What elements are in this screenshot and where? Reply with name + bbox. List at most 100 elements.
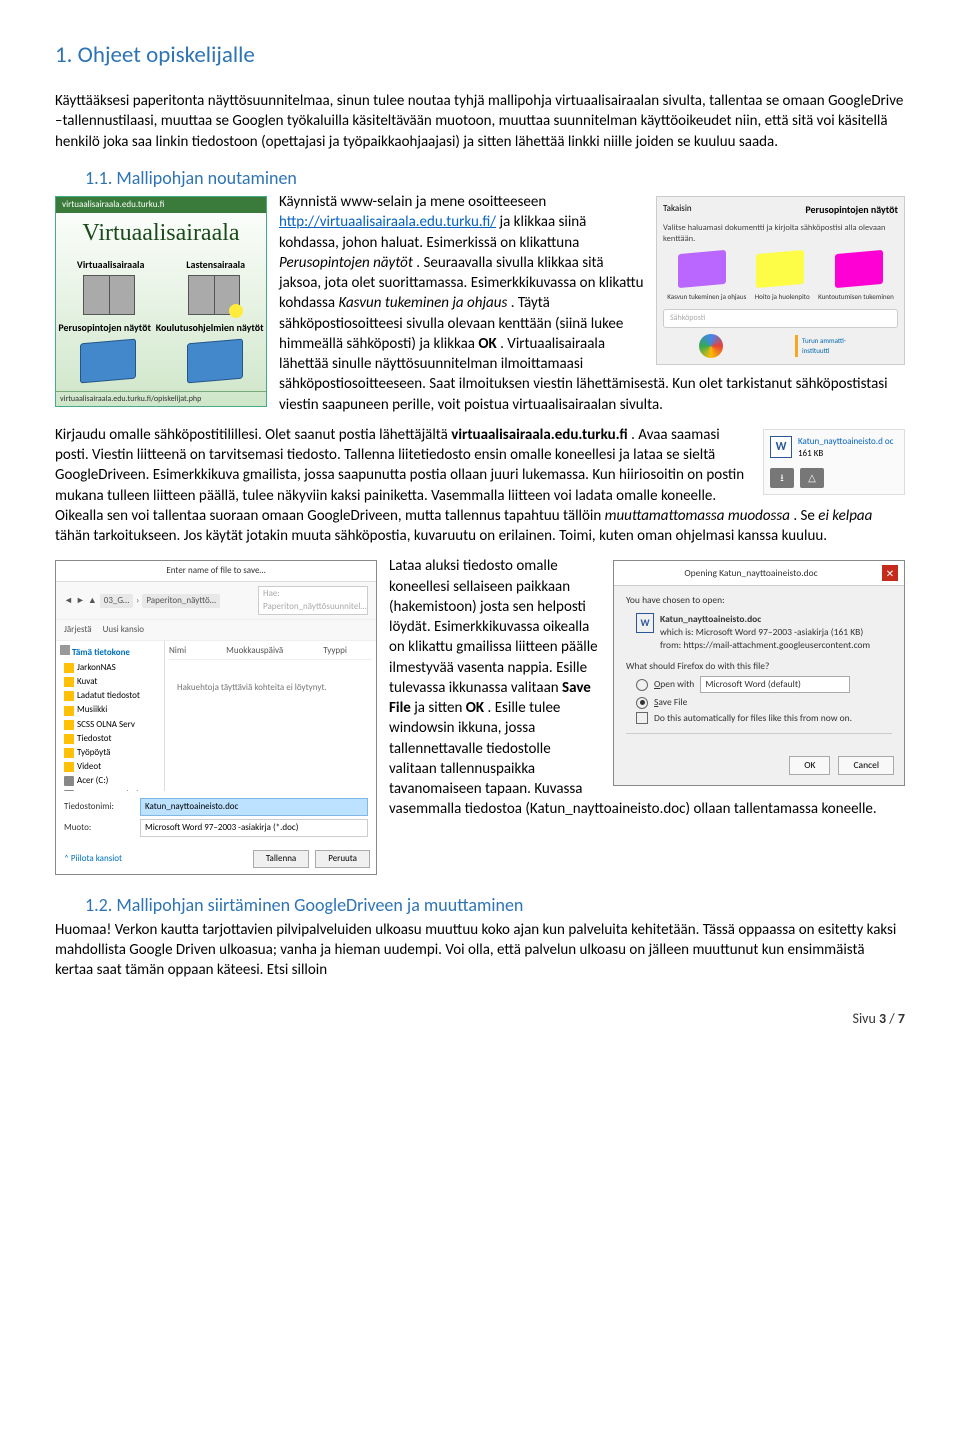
download-icon: ⭳ xyxy=(780,471,784,485)
vs-label-4: Koulutusohjelmien näytöt xyxy=(156,321,264,335)
book-icon xyxy=(835,249,883,287)
ff-open-select[interactable]: Microsoft Word (default) xyxy=(700,676,850,693)
word-file-icon: W xyxy=(636,613,654,633)
sd-organize[interactable]: Järjestä xyxy=(64,624,92,636)
sd-sidebar-header: Tämä tietokone xyxy=(60,645,160,659)
folder-icon xyxy=(64,762,74,772)
pn-book-label-1: Kasvun tukeminen ja ohjaus xyxy=(667,292,746,301)
text-italic: Kasvun tukeminen ja ohjaus xyxy=(338,294,507,312)
text: Lataa aluksi tiedosto omalle koneellesi … xyxy=(389,557,598,697)
sidebar-item[interactable]: Ladatut tiedostot xyxy=(64,689,160,703)
ff-save-label: Save File xyxy=(654,696,687,709)
pn-title: Perusopintojen näytöt xyxy=(805,203,898,217)
ok-button[interactable]: OK xyxy=(789,756,830,775)
heading-1: 1. Ohjeet opiskelijalle xyxy=(55,40,905,71)
col-name[interactable]: Nimi xyxy=(169,645,186,657)
up-icon[interactable]: ▲ xyxy=(88,595,97,607)
sd-title: Enter name of file to save… xyxy=(56,561,376,582)
folder-icon xyxy=(64,691,74,701)
back-icon[interactable]: ◄ xyxy=(64,595,73,607)
sd-search-field[interactable]: Hae: Paperiton_näyttösuunnitel… xyxy=(258,586,368,614)
intro-paragraph: Käyttääksesi paperitonta näyttösuunnitel… xyxy=(55,91,905,152)
col-type[interactable]: Tyyppi xyxy=(323,645,347,657)
book-icon xyxy=(756,249,804,287)
book-icon xyxy=(187,338,243,383)
heading-1-2: 1.2. Mallipohjan siirtäminen GoogleDrive… xyxy=(85,893,905,917)
pn-email-field[interactable]: Sähköposti xyxy=(663,309,898,328)
text: . Se xyxy=(793,507,818,525)
save-button[interactable]: Tallenna xyxy=(253,850,309,868)
sidebar-item[interactable]: JarkonNAS xyxy=(64,661,160,675)
sidebar-item[interactable]: Videot xyxy=(64,760,160,774)
chrome-logo-icon xyxy=(699,334,723,358)
vs-urlbar: virtuaalisairaala.edu.turku.fi xyxy=(56,197,266,213)
ff-from: from: https://mail-attachment.googleuser… xyxy=(660,639,870,652)
text-bold: OK xyxy=(466,699,484,717)
breadcrumb[interactable]: Paperiton_näyttö… xyxy=(142,594,220,608)
sd-type-field[interactable]: Microsoft Word 97–2003 -asiakirja (*.doc… xyxy=(140,819,368,837)
sidebar-item[interactable]: Työpöytä xyxy=(64,746,160,760)
firefox-open-dialog-screenshot: Opening Katun_nayttoaineisto.doc ✕ You h… xyxy=(613,560,905,785)
sidebar-item[interactable]: SCSS OLNA Serv xyxy=(64,718,160,732)
pn-book-label-2: Hoito ja huolenpito xyxy=(755,292,810,301)
cancel-button[interactable]: Cancel xyxy=(838,756,894,775)
folder-icon xyxy=(64,720,74,730)
close-icon[interactable]: ✕ xyxy=(882,565,898,581)
pn-back: Takaisin xyxy=(663,203,692,217)
download-button[interactable]: ⭳ xyxy=(770,468,794,488)
vs-label-2: Lastensairaala xyxy=(186,258,245,272)
radio-save-file[interactable] xyxy=(636,697,648,709)
text-italic: Perusopintojen näytöt xyxy=(279,254,413,272)
save-to-drive-button[interactable]: △ xyxy=(800,468,824,488)
sidebar-item[interactable]: Musiikki xyxy=(64,703,160,717)
col-modified[interactable]: Muokkauspäivä xyxy=(226,645,283,657)
sidebar-item[interactable]: Kuvat xyxy=(64,675,160,689)
text-italic: ei kelpaa xyxy=(818,507,872,525)
folder-icon xyxy=(64,734,74,744)
sd-type-label: Muoto: xyxy=(64,822,134,834)
text: ja sitten xyxy=(414,699,466,717)
breadcrumb[interactable]: 03_G… xyxy=(100,594,134,608)
cancel-button[interactable]: Peruuta xyxy=(315,850,370,868)
text: tähän tarkoitukseen. Jos käytät jotakin … xyxy=(55,527,827,545)
ff-open-label: OOpen withpen with xyxy=(654,678,694,691)
vs-footer-url: virtuaalisairaala.edu.turku.fi/opiskelij… xyxy=(56,391,266,407)
drive-icon xyxy=(64,776,74,786)
fwd-icon[interactable]: ► xyxy=(76,595,85,607)
perusopinnot-screenshot: Takaisin Perusopintojen näytöt Valitse h… xyxy=(656,196,905,365)
folder-icon xyxy=(64,677,74,687)
text-italic: muuttamattomassa muodossa xyxy=(605,507,790,525)
drive-icon xyxy=(64,790,74,791)
sidebar-item[interactable]: Tiedostot xyxy=(64,732,160,746)
sd-sidebar: Tämä tietokone JarkonNAS Kuvat Ladatut t… xyxy=(56,641,165,791)
text: Käynnistä www-selain ja mene osoitteesee… xyxy=(279,193,546,211)
sidebar-item[interactable]: Acer (C:) xyxy=(64,774,160,788)
vs-title: Virtuaalisairaala xyxy=(56,213,266,257)
ff-filename: Katun_nayttoaineisto.doc xyxy=(660,613,870,626)
vs-label-1: Virtuaalisairaala xyxy=(77,258,145,272)
sd-new-folder[interactable]: Uusi kansio xyxy=(103,624,144,636)
page-footer: Sivu 3 / 7 xyxy=(55,1010,905,1029)
vs-label-3: Perusopintojen näytöt xyxy=(58,321,151,335)
book-icon xyxy=(678,249,726,287)
ff-question: What should Firefox do with this file? xyxy=(626,660,892,673)
pn-book-label-3: Kuntoutumisen tukeminen xyxy=(818,292,894,301)
sidebar-item[interactable]: Koneen_Dee (D:) xyxy=(64,788,160,791)
checkbox-auto[interactable] xyxy=(636,712,648,724)
folder-icon xyxy=(64,706,74,716)
sd-hide-folders[interactable]: ˄ Piilota kansiot xyxy=(56,850,130,868)
para-5: Huomaa! Verkon kautta tarjottavien pilvi… xyxy=(55,920,905,981)
virtuaalisairaala-link[interactable]: http://virtuaalisairaala.edu.turku.fi/ xyxy=(279,213,496,231)
sd-filename-label: Tiedostonimi: xyxy=(64,801,134,813)
radio-open-with[interactable] xyxy=(636,679,648,691)
folder-icon xyxy=(64,663,74,673)
door-icon xyxy=(83,275,135,315)
word-file-icon: W xyxy=(770,436,792,458)
sd-empty-text: Hakuehtoja täyttäviä kohteita ei löytyny… xyxy=(169,662,372,714)
gmail-attachment-screenshot: W Katun_nayttoaineisto.d oc 161 KB ⭳ △ xyxy=(763,429,905,495)
ff-title: Opening Katun_nayttoaineisto.doc xyxy=(620,567,882,580)
door-icon xyxy=(188,275,240,315)
virtuaalisairaala-screenshot: virtuaalisairaala.edu.turku.fi Virtuaali… xyxy=(55,196,267,407)
heading-1-1: 1.1. Mallipohjan noutaminen xyxy=(85,166,905,190)
sd-filename-field[interactable]: Katun_nayttoaineisto.doc xyxy=(140,798,368,816)
